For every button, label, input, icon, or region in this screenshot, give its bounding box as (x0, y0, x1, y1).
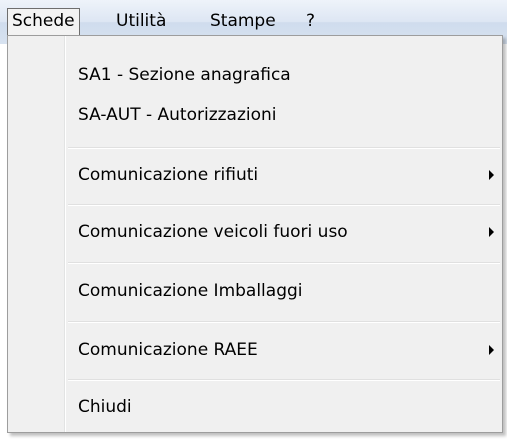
menu-item-label: SA-AUT - Autorizzazioni (78, 105, 277, 125)
menu-item-label: Comunicazione Imballaggi (78, 281, 303, 301)
submenu-arrow-icon (489, 227, 494, 237)
menu-item-label: Chiudi (78, 397, 132, 417)
menu-item-chiudi[interactable]: Chiudi (8, 388, 502, 426)
menu-item-label: Comunicazione veicoli fuori uso (78, 222, 348, 242)
menu-item-comunicazione-rifiuti[interactable]: Comunicazione rifiuti (8, 156, 502, 194)
schede-dropdown-menu: SA1 - Sezione anagrafica SA-AUT - Autori… (7, 35, 503, 433)
menu-separator (68, 379, 500, 381)
menu-item-sa1-sezione-anagrafica[interactable]: SA1 - Sezione anagrafica (8, 56, 502, 94)
menu-separator (68, 321, 500, 323)
menu-item-label: Comunicazione RAEE (78, 340, 258, 360)
menu-item-sa-aut-autorizzazioni[interactable]: SA-AUT - Autorizzazioni (8, 96, 502, 134)
submenu-arrow-icon (489, 345, 494, 355)
submenu-arrow-icon (489, 170, 494, 180)
menu-separator (68, 147, 500, 149)
menu-separator (68, 262, 500, 264)
menu-utilita[interactable]: Utilità (111, 8, 171, 35)
menu-separator (68, 204, 500, 206)
menu-stampe[interactable]: Stampe (205, 8, 281, 35)
menu-item-comunicazione-imballaggi[interactable]: Comunicazione Imballaggi (8, 272, 502, 310)
menu-item-comunicazione-veicoli-fuori-uso[interactable]: Comunicazione veicoli fuori uso (8, 213, 502, 251)
menu-help[interactable]: ? (301, 8, 320, 35)
menu-item-comunicazione-raee[interactable]: Comunicazione RAEE (8, 331, 502, 369)
menu-schede[interactable]: Schede (7, 8, 80, 35)
menu-item-label: SA1 - Sezione anagrafica (78, 65, 291, 85)
menu-item-label: Comunicazione rifiuti (78, 165, 259, 185)
